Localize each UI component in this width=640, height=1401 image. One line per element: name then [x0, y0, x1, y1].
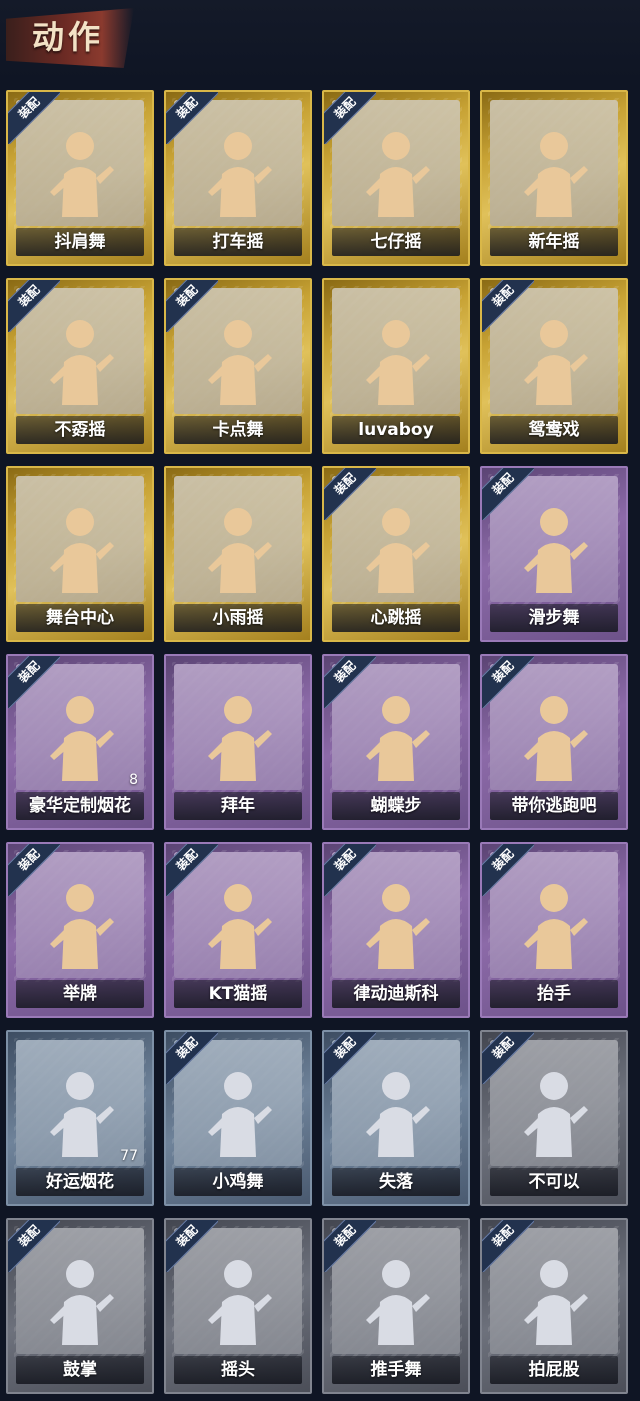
- equipped-tag: 装配: [324, 468, 376, 520]
- emote-card[interactable]: 鼓掌 装配: [6, 1218, 154, 1394]
- equipped-tag: 装配: [8, 656, 60, 708]
- emote-figure: [514, 122, 594, 222]
- emote-card[interactable]: 抖肩舞 装配: [6, 90, 154, 266]
- emote-name: 小雨摇: [212, 608, 264, 628]
- equipped-tag: 装配: [482, 1032, 534, 1084]
- emote-name: 豪华定制烟花: [29, 796, 131, 816]
- emote-card[interactable]: 七仔摇 装配: [322, 90, 470, 266]
- emote-name: 鸳鸯戏: [528, 420, 580, 440]
- emote-figure-icon: [208, 696, 272, 781]
- equipped-tag: 装配: [482, 468, 534, 520]
- emote-card[interactable]: 卡点舞 装配: [164, 278, 312, 454]
- emote-name: 打车摇: [212, 232, 264, 252]
- emote-card[interactable]: 律动迪斯科 装配: [322, 842, 470, 1018]
- emote-name: 鼓掌: [63, 1360, 97, 1380]
- equipped-tag: 装配: [324, 844, 376, 896]
- emote-name: 摇头: [221, 1360, 255, 1380]
- emote-card[interactable]: 打车摇 装配: [164, 90, 312, 266]
- emote-name: 心跳摇: [370, 608, 422, 628]
- emote-name: luvaboy: [358, 420, 434, 440]
- emote-name: 抬手: [537, 984, 571, 1004]
- emote-name: 律动迪斯科: [353, 984, 439, 1004]
- equipped-tag: 装配: [324, 1220, 376, 1272]
- equipped-tag: 装配: [8, 844, 60, 896]
- emote-card[interactable]: luvaboy: [322, 278, 470, 454]
- emote-grid: 抖肩舞 装配 打车摇 装配 七仔摇 装配 新年摇 不孬摇 装配 卡点舞 装配 luvaboy 鸳鸯戏 装配…: [0, 0, 640, 1401]
- emote-figure-icon: [366, 320, 430, 405]
- emote-figure: [198, 498, 278, 598]
- emote-count: 77: [120, 1148, 138, 1164]
- emote-card[interactable]: 摇头 装配: [164, 1218, 312, 1394]
- emote-figure-icon: [208, 508, 272, 593]
- emote-figure: [40, 498, 120, 598]
- emote-card[interactable]: 小鸡舞 装配: [164, 1030, 312, 1206]
- emote-figure-icon: [50, 1072, 114, 1157]
- equipped-tag: 装配: [482, 1220, 534, 1272]
- emote-card[interactable]: 不可以 装配: [480, 1030, 628, 1206]
- emote-name: 抖肩舞: [54, 232, 106, 252]
- emote-card[interactable]: 豪华定制烟花 8 装配: [6, 654, 154, 830]
- emote-card[interactable]: 抬手 装配: [480, 842, 628, 1018]
- emote-name: 七仔摇: [370, 232, 422, 252]
- equipped-tag: 装配: [166, 1032, 218, 1084]
- emote-name: 拍屁股: [528, 1360, 580, 1380]
- emote-card[interactable]: 失落 装配: [322, 1030, 470, 1206]
- equipped-tag: 装配: [324, 656, 376, 708]
- emote-figure: [198, 686, 278, 786]
- emote-card[interactable]: KT猫摇 装配: [164, 842, 312, 1018]
- emote-figure: [40, 1062, 120, 1162]
- equipped-tag: 装配: [166, 280, 218, 332]
- equipped-tag: 装配: [482, 280, 534, 332]
- emote-card[interactable]: 蝴蝶步 装配: [322, 654, 470, 830]
- equipped-tag: 装配: [482, 844, 534, 896]
- emote-name: KT猫摇: [208, 984, 268, 1004]
- emote-card[interactable]: 推手舞 装配: [322, 1218, 470, 1394]
- equipped-tag: 装配: [166, 92, 218, 144]
- equipped-tag: 装配: [482, 656, 534, 708]
- equipped-tag: 装配: [324, 1032, 376, 1084]
- emote-name: 失落: [379, 1172, 413, 1192]
- equipped-tag: 装配: [324, 92, 376, 144]
- emote-card[interactable]: 不孬摇 装配: [6, 278, 154, 454]
- emote-card[interactable]: 拜年: [164, 654, 312, 830]
- emote-card[interactable]: 新年摇: [480, 90, 628, 266]
- emote-count: 8: [129, 772, 138, 788]
- emote-name: 好运烟花: [46, 1172, 114, 1192]
- emote-name: 推手舞: [370, 1360, 422, 1380]
- emote-name: 卡点舞: [212, 420, 264, 440]
- emote-name: 带你逃跑吧: [511, 796, 597, 816]
- equipped-tag: 装配: [8, 280, 60, 332]
- emote-figure-icon: [50, 508, 114, 593]
- equipped-tag: 装配: [166, 844, 218, 896]
- emote-name: 蝴蝶步: [370, 796, 422, 816]
- emote-card[interactable]: 小雨摇: [164, 466, 312, 642]
- emote-name: 小鸡舞: [212, 1172, 264, 1192]
- emote-name: 不孬摇: [54, 420, 106, 440]
- emote-card[interactable]: 拍屁股 装配: [480, 1218, 628, 1394]
- emote-name: 新年摇: [528, 232, 580, 252]
- equipped-tag: 装配: [166, 1220, 218, 1272]
- emote-name: 举牌: [63, 984, 97, 1004]
- emote-name: 舞台中心: [46, 608, 114, 628]
- equipped-tag: 装配: [8, 1220, 60, 1272]
- emote-card[interactable]: 举牌 装配: [6, 842, 154, 1018]
- emote-card[interactable]: 心跳摇 装配: [322, 466, 470, 642]
- emote-figure-icon: [524, 132, 588, 217]
- emote-name: 滑步舞: [528, 608, 580, 628]
- emote-card[interactable]: 舞台中心: [6, 466, 154, 642]
- equipped-tag: 装配: [8, 92, 60, 144]
- emote-card[interactable]: 好运烟花 77: [6, 1030, 154, 1206]
- emote-figure: [356, 310, 436, 410]
- emote-card[interactable]: 滑步舞 装配: [480, 466, 628, 642]
- emote-card[interactable]: 鸳鸯戏 装配: [480, 278, 628, 454]
- emote-name: 拜年: [221, 796, 255, 816]
- emote-card[interactable]: 带你逃跑吧 装配: [480, 654, 628, 830]
- emote-name: 不可以: [528, 1172, 580, 1192]
